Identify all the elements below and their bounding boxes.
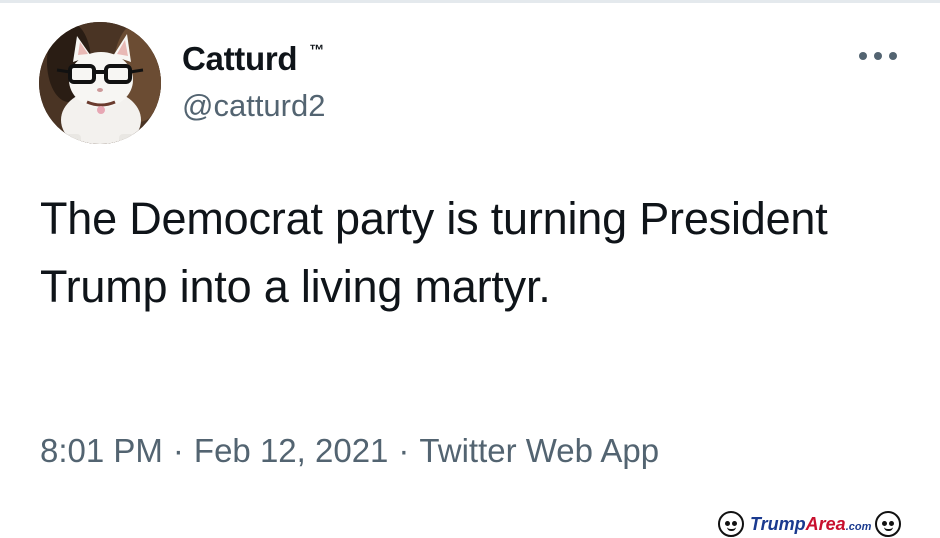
- dot: [889, 52, 897, 60]
- dot: [874, 52, 882, 60]
- tweet-meta: 8:01 PM · Feb 12, 2021 · Twitter Web App: [40, 432, 659, 470]
- cartoon-face-icon: [718, 511, 744, 537]
- more-options-icon[interactable]: [856, 42, 900, 70]
- watermark: TrumpArea.com: [718, 510, 902, 538]
- watermark-text: TrumpArea.com: [750, 513, 872, 534]
- tweet-text: The Democrat party is turning President …: [40, 193, 828, 312]
- trademark-symbol: ™: [309, 42, 324, 59]
- author-handle[interactable]: @catturd2: [182, 88, 325, 124]
- tweet-date[interactable]: Feb 12, 2021: [194, 432, 389, 469]
- display-name-text: Catturd: [182, 40, 298, 77]
- dot: [859, 52, 867, 60]
- cat-with-glasses-avatar-icon: [39, 22, 161, 144]
- tweet-card: Catturd ™ @catturd2 The Democrat party is…: [0, 0, 940, 538]
- cartoon-face-icon: [875, 511, 902, 537]
- top-divider: [0, 0, 940, 3]
- meta-separator: ·: [398, 432, 410, 469]
- tweet-source[interactable]: Twitter Web App: [419, 432, 659, 469]
- meta-separator: ·: [172, 432, 184, 469]
- author-display-name[interactable]: Catturd ™: [182, 40, 324, 78]
- tweet-time[interactable]: 8:01 PM: [40, 432, 163, 469]
- avatar[interactable]: [39, 22, 161, 144]
